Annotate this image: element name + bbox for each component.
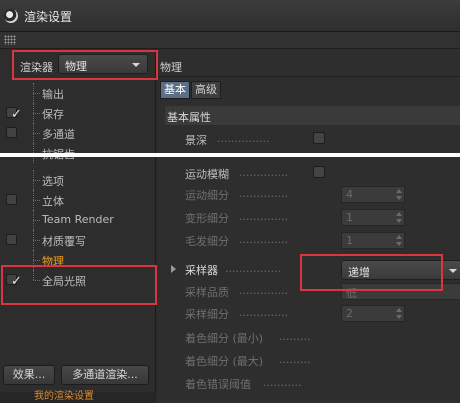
highlight-box-gi [1, 265, 157, 305]
dof-checkbox[interactable] [313, 132, 325, 144]
hair-subdiv-field[interactable]: 1 [341, 232, 405, 249]
sampler-subdiv-label: 采样细分 [185, 308, 229, 321]
toolbar-grip [0, 32, 460, 49]
deform-subdiv-label: 变形细分 [185, 212, 229, 225]
material-override-checkbox[interactable] [6, 234, 17, 245]
effects-button[interactable]: 效果... [3, 365, 55, 385]
leader-dots: ......... [279, 330, 311, 343]
tree-branch [33, 113, 40, 114]
cinema4d-logo-icon [4, 9, 18, 23]
tab-basic[interactable]: 基本 [160, 81, 190, 99]
tree-item-label: 材质覆写 [42, 235, 86, 248]
leader-dots: ............... [217, 132, 270, 145]
expand-arrow-icon[interactable] [171, 265, 176, 273]
prop-hair-subdiv: 毛发细分 .............. 1 [185, 230, 460, 250]
highlight-box-renderer [12, 50, 158, 80]
properties-panel: 物理 基本 高级 基本属性 景深 ............... 运动模糊 ..… [157, 49, 460, 403]
motion-subdiv-field[interactable]: 4 [341, 186, 405, 203]
leader-dots: ........... [263, 376, 302, 389]
tree-item-label: 多通道 [42, 128, 75, 141]
shading-threshold-label: 着色错误阈值 [185, 378, 251, 391]
save-checkbox[interactable]: ✓ [6, 107, 22, 122]
tree-branch [33, 260, 40, 261]
tree-item-label: 输出 [42, 88, 64, 101]
tree-item-multipass[interactable]: 多通道 [0, 123, 156, 143]
spinner-icon[interactable] [396, 189, 402, 200]
render-preset-row[interactable]: 我的渲染设置 [0, 392, 156, 403]
tree-branch [33, 93, 40, 94]
motion-blur-label: 运动模糊 [185, 168, 229, 181]
group-title: 基本属性 [167, 111, 211, 124]
tree-branch [33, 200, 40, 201]
sampler-subdiv-field[interactable]: 2 [341, 305, 405, 322]
prop-shading-threshold: 着色错误阈值 ........... [185, 373, 460, 393]
shading-min-label: 着色细分 (最小) [185, 332, 264, 345]
tree-item-label: 立体 [42, 195, 64, 208]
render-preset-label: 我的渲染设置 [34, 391, 94, 402]
dof-label: 景深 [185, 134, 207, 147]
spinner-icon[interactable] [396, 212, 402, 223]
leader-dots: .............. [239, 284, 288, 297]
shading-max-label: 着色细分 (最大) [185, 355, 264, 368]
sampler-subdiv-value: 2 [346, 307, 353, 320]
highlight-box-sampler [300, 254, 443, 291]
tree-item-stereo[interactable]: 立体 [0, 190, 156, 210]
motion-blur-checkbox[interactable] [313, 166, 325, 178]
panel-title: 物理 [160, 61, 182, 74]
title-bar: 渲染设置 [0, 0, 460, 32]
white-divider-overlay [0, 153, 460, 157]
prop-motion-subdiv: 运动细分 .............. 4 [185, 184, 460, 204]
leader-dots: .............. [239, 187, 288, 200]
leader-dots: .............. [239, 210, 288, 223]
deform-subdiv-field[interactable]: 1 [341, 209, 405, 226]
prop-motion-blur: 运动模糊 .............. [185, 163, 460, 183]
tree-item-team-render[interactable]: Team Render [0, 210, 156, 230]
stereo-checkbox[interactable] [6, 194, 17, 205]
prop-depth-of-field: 景深 ............... [185, 129, 460, 149]
tree-item-label: 保存 [42, 108, 64, 121]
leader-dots: .............. [239, 166, 288, 179]
hair-subdiv-value: 1 [346, 234, 353, 247]
motion-subdiv-value: 4 [346, 188, 353, 201]
sampler-label: 采样器 [185, 264, 218, 277]
multipass-checkbox[interactable] [6, 127, 17, 138]
motion-subdiv-label: 运动细分 [185, 189, 229, 202]
leader-dots: .............. [239, 306, 288, 319]
spinner-icon[interactable] [396, 235, 402, 246]
divider [157, 76, 460, 77]
grip-dots-icon[interactable] [4, 35, 16, 45]
prop-sampler-subdiv: 采样细分 .............. 2 [185, 303, 460, 323]
chevron-down-icon [449, 269, 457, 273]
prop-shading-min: 着色细分 (最小) ......... [185, 327, 460, 347]
sampler-quality-label: 采样品质 [185, 286, 229, 299]
tree-branch [33, 133, 40, 134]
tree-item-label: Team Render [42, 213, 114, 226]
tree-item-material-override[interactable]: 材质覆写 [0, 230, 156, 250]
group-header-basic-properties[interactable]: 基本属性 [165, 106, 460, 125]
settings-tree-panel: 渲染器 物理 输出 ✓ 保存 多通道 抗锯齿 选项 [0, 49, 156, 403]
spinner-icon[interactable] [396, 308, 402, 319]
prop-deform-subdiv: 变形细分 .............. 1 [185, 207, 460, 227]
tree-item-save[interactable]: ✓ 保存 [0, 103, 156, 123]
tab-advanced[interactable]: 高级 [191, 81, 221, 99]
multipass-render-button[interactable]: 多通道渲染... [61, 365, 149, 385]
tree-item-label: 选项 [42, 175, 64, 188]
tree-branch [33, 180, 40, 181]
deform-subdiv-value: 1 [346, 211, 353, 224]
leader-dots: ......... [279, 353, 311, 366]
checkmark-icon: ✓ [11, 107, 22, 122]
prop-shading-max: 着色细分 (最大) ......... [185, 350, 460, 370]
leader-dots: ................ [225, 262, 281, 275]
tree-item-output[interactable]: 输出 [0, 83, 156, 103]
tree-branch [33, 220, 40, 221]
window-title: 渲染设置 [24, 10, 73, 24]
leader-dots: .............. [239, 233, 288, 246]
hair-subdiv-label: 毛发细分 [185, 235, 229, 248]
tree-item-options[interactable]: 选项 [0, 170, 156, 190]
tree-branch [33, 240, 40, 241]
